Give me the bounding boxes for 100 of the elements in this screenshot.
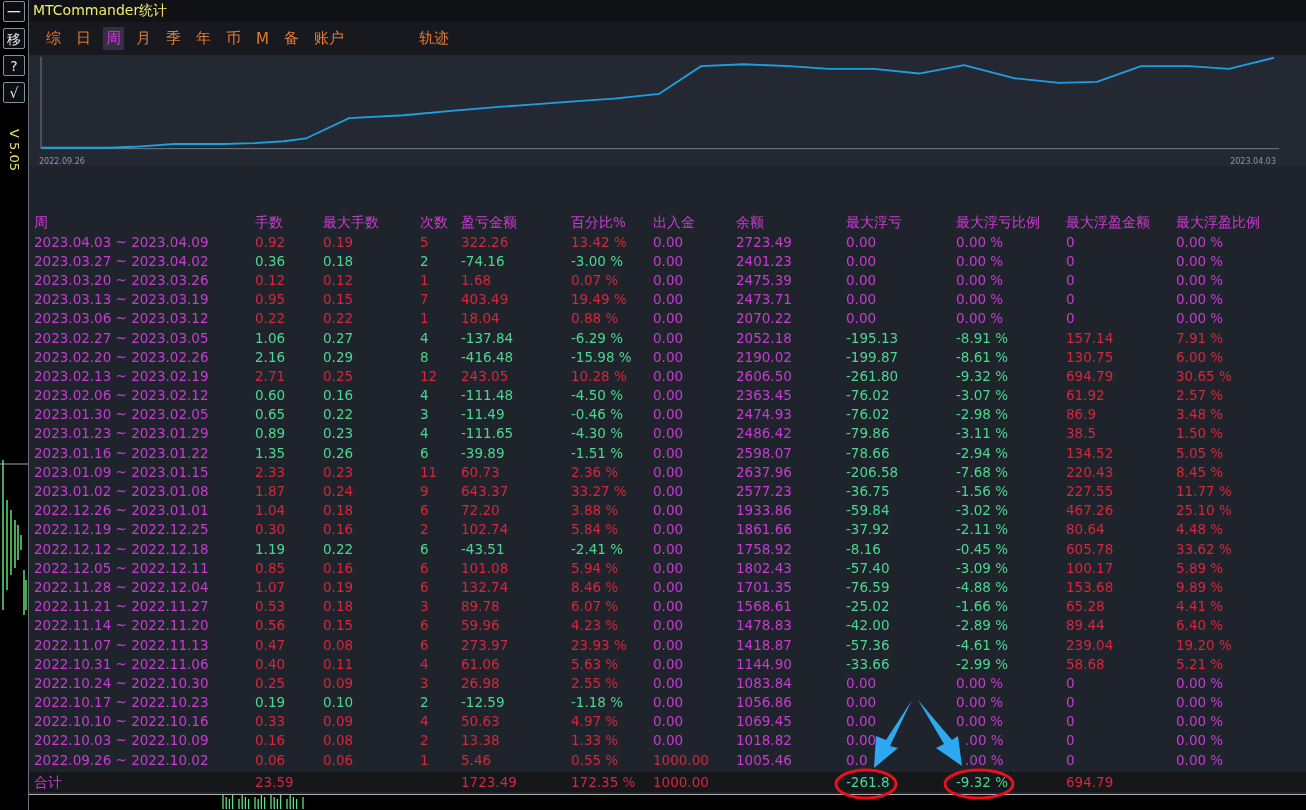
table-cell-text: -78.66 <box>846 443 891 462</box>
table-cell-text: 0.00 <box>653 712 685 731</box>
table-cell-text: 3.88 % <box>571 501 620 520</box>
table-cell-text: 322.26 <box>461 232 510 251</box>
tab[interactable]: 轨迹 <box>415 27 452 50</box>
table-cell-text: 2473.71 <box>736 290 793 309</box>
table-cell-text: 2022.12.26 ~ 2023.01.01 <box>34 501 210 520</box>
table-cell-text: 0 <box>1066 270 1076 289</box>
side-button[interactable]: ? <box>3 55 25 76</box>
table-cell-text: 0.00 <box>653 731 685 750</box>
table-cell-text: 467.26 <box>1066 501 1115 520</box>
table-cell-text: -74.16 <box>461 251 506 270</box>
table-cell-text: -2.11 % <box>956 520 1010 539</box>
table-cell-text: 2 <box>420 520 430 539</box>
table-cell-text: -2.98 % <box>956 405 1010 424</box>
table-cell-text: 1478.83 <box>736 616 793 635</box>
table-cell-text: 0.18 <box>323 597 355 616</box>
table-cell-text: 0.00 % <box>1176 251 1225 270</box>
table-cell-text: -42.00 <box>846 616 891 635</box>
annotation-arrow <box>874 700 912 768</box>
table-cell-text: 6 <box>420 443 430 462</box>
table-cell-text: 1056.86 <box>736 693 793 712</box>
side-button[interactable]: 一 <box>3 1 25 22</box>
table-cell-text: 2022.11.14 ~ 2022.11.20 <box>34 616 210 635</box>
table-cell-text: 2023.01.30 ~ 2023.02.05 <box>34 405 210 424</box>
table-cell-text: 2363.45 <box>736 386 793 405</box>
table-cell-text: 0.00 <box>653 347 685 366</box>
table-cell-text: 0.18 <box>323 251 355 270</box>
table-cell-text: 89.44 <box>1066 616 1106 635</box>
table-cell-text: -76.59 <box>846 577 891 596</box>
tab[interactable]: 日 <box>73 27 94 50</box>
table-cell-text: -43.51 <box>461 539 506 558</box>
table-cell-text: -36.75 <box>846 482 891 501</box>
table-cell-text: 0.00 % <box>956 232 1005 251</box>
tab[interactable]: 月 <box>133 27 154 50</box>
table-cell-text: 2023.04.03 ~ 2023.04.09 <box>34 232 210 251</box>
table-cell-text: -79.86 <box>846 424 891 443</box>
table-cell-text: 4 <box>420 712 430 731</box>
table-cell-text: 0.00 % <box>956 693 1005 712</box>
tab[interactable]: M <box>253 27 272 50</box>
table-cell-text: 0.15 <box>323 290 355 309</box>
tab[interactable]: 综 <box>43 27 64 50</box>
table-cell-text: 0.00 <box>653 366 685 385</box>
table-cell-text: 6 <box>420 539 430 558</box>
table-cell-text: 1005.46 <box>736 750 793 769</box>
table-cell-text: 5.05 % <box>1176 443 1225 462</box>
table-cell-text: 0.29 <box>323 347 355 366</box>
table-cell-text: -261.8 <box>846 773 891 792</box>
table-cell-text: 89.78 <box>461 597 501 616</box>
table-cell-text: 2022.12.12 ~ 2022.12.18 <box>34 539 210 558</box>
table-cell-text: 2052.18 <box>736 328 793 347</box>
table-cell-text: 8 <box>420 347 430 366</box>
table-cell-text: 0.00 <box>653 424 685 443</box>
table-cell-text: 61.92 <box>1066 386 1106 405</box>
table-cell-text: 0.00 <box>653 309 685 328</box>
table-cell-text: 0.00 <box>653 616 685 635</box>
table-cell-text: -33.66 <box>846 654 891 673</box>
table-cell-text: 5.84 % <box>571 520 620 539</box>
table-cell-text: 11 <box>420 462 439 481</box>
table-cell-text: 0.27 <box>323 328 355 347</box>
table-cell-text: 2022.11.21 ~ 2022.11.27 <box>34 597 210 616</box>
table-cell-text: 3 <box>420 597 430 616</box>
table-cell-text: 605.78 <box>1066 539 1115 558</box>
table-cell-text: 0.30 <box>255 520 287 539</box>
table-cell-text: 0 <box>1066 290 1076 309</box>
tab[interactable]: 备 <box>280 27 302 50</box>
table-cell-text: -206.58 <box>846 462 900 481</box>
table-cell-text: 239.04 <box>1066 635 1115 654</box>
table-cell-text: 1 <box>420 750 430 769</box>
tab[interactable]: 年 <box>193 27 214 50</box>
table-cell-text: -59.84 <box>846 501 891 520</box>
table-cell-text: 643.37 <box>461 482 510 501</box>
table-cell-text: 2.71 <box>255 366 287 385</box>
side-button[interactable]: 移 <box>3 28 25 49</box>
tab[interactable]: 周 <box>103 27 124 50</box>
table-cell-text: 1 <box>420 309 430 328</box>
table-cell-text: -57.40 <box>846 558 891 577</box>
table-cell-text: 0.00 <box>653 482 685 501</box>
table-cell-text: -1.51 % <box>571 443 625 462</box>
table-cell-text: 12 <box>420 366 439 385</box>
table-cell-text: 0.00 % <box>1176 290 1225 309</box>
table-cell-text: 0.16 <box>323 520 355 539</box>
side-button[interactable]: √ <box>3 82 25 103</box>
table-cell-text: 0.00 <box>846 712 878 731</box>
table-cell-text: 4 <box>420 654 430 673</box>
tab[interactable]: 币 <box>223 27 244 50</box>
table-cell-text: 6 <box>420 577 430 596</box>
table-cell-text: 2022.11.28 ~ 2022.12.04 <box>34 577 210 596</box>
table-cell-text: -111.65 <box>461 424 515 443</box>
tab[interactable]: 账户 <box>310 27 347 50</box>
table-cell-text: 0.0 <box>846 750 869 769</box>
column-header: 周 <box>34 213 49 231</box>
table-cell-text: 13.42 % <box>571 232 628 251</box>
table-cell-text: 0.60 <box>255 386 287 405</box>
table-cell-text: 0.00 % <box>1176 232 1225 251</box>
table-cell-text: 0.09 <box>323 673 355 692</box>
table-cell-text: -2.41 % <box>571 539 625 558</box>
table-cell-text: 2598.07 <box>736 443 793 462</box>
table-cell-text: 0 <box>1066 232 1076 251</box>
tab[interactable]: 季 <box>163 27 184 50</box>
